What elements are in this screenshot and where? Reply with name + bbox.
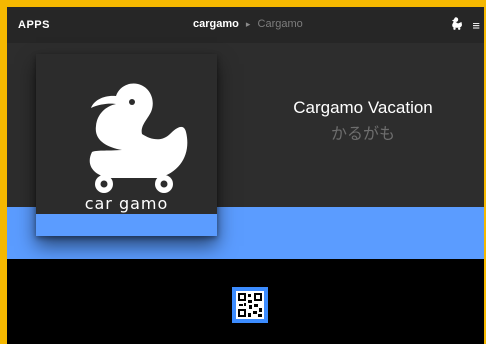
cargamo-logo: car gamo <box>85 83 188 213</box>
app-window: APPS cargamo ▸ Cargamo ≡ car gamo Cargam… <box>7 7 484 344</box>
menu-icon[interactable]: ≡ <box>472 18 480 34</box>
breadcrumb-sub: Cargamo <box>257 18 303 30</box>
duck-icon <box>89 83 188 178</box>
qr-code-button[interactable] <box>232 287 268 323</box>
breadcrumb-separator-icon: ▸ <box>245 19 251 29</box>
app-logo-tile: car gamo <box>36 54 217 236</box>
app-subtitle: かるがも <box>330 126 395 143</box>
top-right-icons: ≡ <box>451 16 480 35</box>
logo-text: car gamo <box>85 194 169 213</box>
duck-icon[interactable] <box>451 16 463 35</box>
top-bar: APPS cargamo ▸ Cargamo ≡ <box>7 7 484 43</box>
qr-code-icon <box>236 291 264 319</box>
logo-tile-accent <box>36 214 217 236</box>
app-title: Cargamo Vacation <box>293 98 433 117</box>
apps-link[interactable]: APPS <box>18 19 50 31</box>
breadcrumb-app[interactable]: cargamo <box>193 18 239 30</box>
breadcrumb: cargamo ▸ Cargamo <box>193 18 303 30</box>
